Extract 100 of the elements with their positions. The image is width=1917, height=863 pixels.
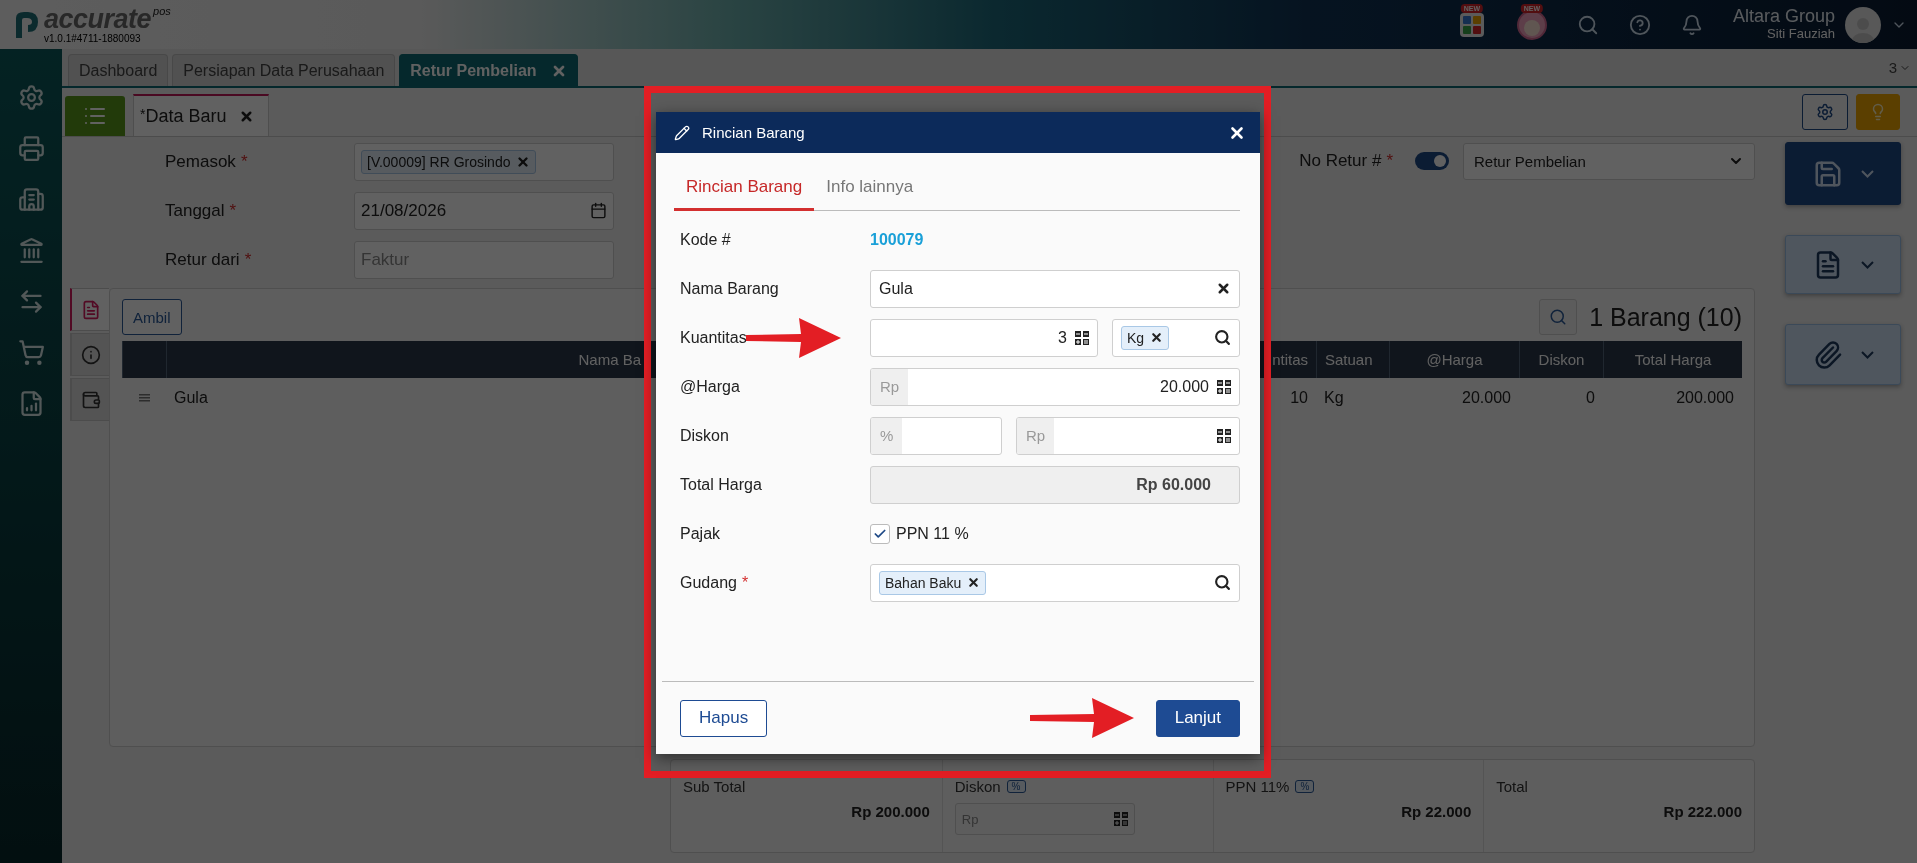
summary-label: Total — [1496, 778, 1529, 795]
search-button[interactable] — [1539, 299, 1578, 335]
dialog-tab[interactable]: Info lainnya — [814, 165, 926, 211]
table-cell: Gula — [174, 389, 208, 407]
attachment-button[interactable] — [1785, 324, 1901, 385]
quantity-field[interactable]: 3 — [870, 318, 1098, 357]
printer-icon[interactable] — [17, 135, 45, 162]
save-button[interactable] — [1785, 142, 1901, 205]
item-count: 1 Barang (10) — [1589, 302, 1742, 332]
date-field[interactable]: 21/08/2026 — [354, 191, 614, 230]
item-name-field[interactable]: Gula — [870, 269, 1240, 308]
column-header: @Harga — [1389, 341, 1519, 378]
field-label: Total Harga — [680, 475, 763, 494]
discount-percent-field[interactable]: % — [870, 416, 1002, 455]
search-icon — [1549, 308, 1568, 326]
summary-value: Rp 200.000 — [850, 803, 930, 820]
number-type-select[interactable]: Retur Pembelian — [1463, 142, 1755, 180]
list-button[interactable] — [65, 96, 125, 136]
warehouse-field[interactable]: Bahan Baku — [870, 563, 1240, 602]
clear-icon[interactable] — [1216, 281, 1231, 296]
search-icon[interactable] — [1214, 574, 1231, 591]
calculator-icon[interactable] — [1217, 428, 1231, 443]
field-label: @Harga — [680, 377, 741, 396]
field-label: Pajak — [680, 524, 722, 543]
settings-button[interactable] — [1802, 94, 1848, 130]
company-name: Altara Group — [1732, 7, 1835, 28]
field-label: Gudang * — [680, 573, 750, 592]
column-header: Total Harga — [1603, 341, 1742, 378]
field-label: Kode # — [680, 230, 732, 249]
page-tab[interactable]: Retur Pembelian — [399, 54, 578, 86]
dialog-title: Rincian Barang — [702, 124, 805, 141]
summary-value: Rp 222.000 — [1662, 803, 1742, 820]
tag-chip: [V.00009] RR Grosindo — [361, 149, 537, 174]
field-label: Retur dari * — [165, 249, 253, 270]
chevron-down-icon — [1860, 260, 1874, 269]
price-field[interactable]: Rp 20.000 — [870, 367, 1240, 406]
column-header: Satuan — [1316, 341, 1389, 378]
table-cell: 200.000 — [1676, 389, 1734, 407]
field-label: Diskon — [680, 426, 730, 445]
settings-icon[interactable] — [17, 84, 45, 111]
info-icon — [80, 344, 101, 365]
table-cell: 10 — [1290, 389, 1308, 407]
settings-icon — [1816, 103, 1834, 121]
apps-icon[interactable] — [1458, 11, 1485, 38]
bank-icon[interactable] — [17, 237, 45, 264]
delete-button[interactable]: Hapus — [680, 699, 768, 737]
wallet-icon — [80, 389, 101, 410]
building-icon[interactable] — [17, 186, 45, 213]
logo-icon — [14, 9, 40, 40]
discount-amount-field[interactable]: Rp — [1016, 416, 1240, 455]
summary-label: Diskon — [954, 778, 1001, 795]
notification-icon[interactable] — [1680, 13, 1703, 36]
drag-handle-icon[interactable] — [138, 394, 150, 402]
summary-label: Sub Total — [683, 778, 747, 795]
remove-icon[interactable] — [1150, 331, 1164, 344]
continue-button[interactable]: Lanjut — [1155, 699, 1240, 737]
supplier-field[interactable]: [V.00009] RR Grosindo — [354, 142, 614, 181]
calendar-icon[interactable] — [590, 202, 607, 219]
side-tab[interactable] — [70, 333, 109, 376]
chevron-down-icon — [1860, 350, 1874, 359]
table-cell: 20.000 — [1462, 389, 1511, 407]
tab-count[interactable]: 3 — [1882, 59, 1917, 76]
chevron-down-icon — [1860, 169, 1874, 178]
field-label: Tanggal * — [165, 200, 238, 221]
field-label: Nama Barang — [680, 279, 780, 298]
calculator-icon[interactable] — [1217, 379, 1231, 394]
side-tab[interactable] — [70, 288, 109, 331]
date-value: 21/08/2026 — [361, 200, 447, 221]
item-code-link[interactable]: 100079 — [870, 230, 924, 249]
pencil-icon — [674, 124, 690, 141]
checkbox[interactable] — [870, 523, 890, 544]
help-icon[interactable] — [1628, 13, 1651, 36]
total-price-field: Rp 60.000 — [870, 465, 1240, 504]
print-button[interactable] — [1785, 235, 1901, 294]
search-icon[interactable] — [1214, 329, 1231, 346]
fetch-button[interactable]: Ambil — [122, 299, 182, 335]
unit-field[interactable]: Kg — [1112, 318, 1240, 357]
field-label: No Retur # * — [1299, 151, 1393, 171]
percent-toggle[interactable]: % — [1295, 780, 1315, 793]
column-header: Diskon — [1519, 341, 1603, 378]
user-name: Siti Fauziah — [1767, 27, 1835, 42]
user-avatar[interactable] — [1845, 6, 1881, 43]
cart-icon[interactable] — [17, 339, 45, 366]
side-tab[interactable] — [70, 378, 109, 421]
summary-label: PPN 11% — [1225, 778, 1290, 795]
tips-button[interactable] — [1856, 94, 1900, 130]
remove-icon[interactable] — [967, 576, 981, 589]
field-label: Pemasok * — [165, 151, 249, 172]
logo-tag: pos — [153, 5, 171, 17]
percent-toggle[interactable]: % — [1006, 780, 1026, 793]
warehouse-chip: Bahan Baku — [879, 570, 987, 595]
version-text: v1.0.1#4711-1880093 — [44, 33, 141, 44]
auto-number-toggle[interactable] — [1415, 152, 1449, 170]
table-cell: Kg — [1324, 389, 1344, 407]
dialog-tab[interactable]: Rincian Barang — [674, 165, 815, 211]
table-cell: 0 — [1586, 389, 1595, 407]
document-tab[interactable]: *Data Baru — [133, 94, 269, 136]
tax-option-label: PPN 11 % — [896, 524, 969, 543]
calculator-icon[interactable] — [1075, 330, 1089, 345]
summary-value: Rp 22.000 — [1400, 803, 1472, 820]
